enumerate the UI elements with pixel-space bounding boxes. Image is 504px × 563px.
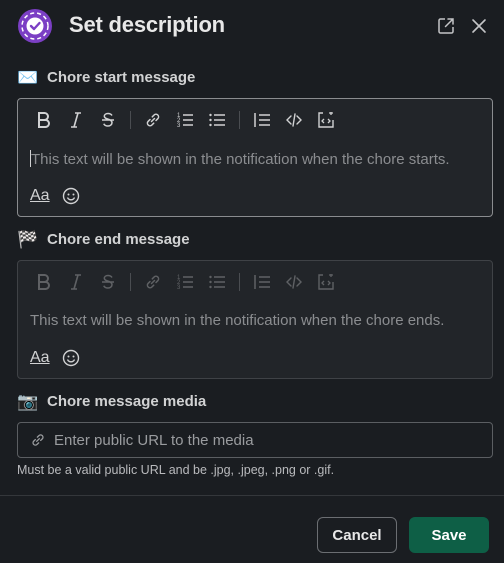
toolbar-divider bbox=[130, 273, 131, 291]
bold-button[interactable] bbox=[28, 107, 60, 133]
cancel-button[interactable]: Cancel bbox=[317, 517, 397, 553]
bold-icon bbox=[38, 112, 50, 128]
footer-divider bbox=[0, 495, 504, 496]
end-message-editor[interactable]: 123 This text will be shown in the notif… bbox=[17, 260, 493, 379]
ordered-list-icon: 123 bbox=[177, 113, 193, 129]
end-message-label: 🏁 Chore end message bbox=[17, 230, 190, 249]
blockquote-button[interactable] bbox=[246, 107, 278, 133]
editor-bottom-tools: Aa bbox=[30, 187, 80, 205]
code-button[interactable] bbox=[278, 269, 310, 295]
italic-button[interactable] bbox=[60, 269, 92, 295]
code-block-button[interactable] bbox=[310, 107, 342, 133]
emoji-icon[interactable] bbox=[62, 187, 80, 205]
bold-icon bbox=[38, 274, 50, 290]
italic-icon bbox=[71, 112, 81, 128]
code-block-icon bbox=[318, 274, 334, 290]
close-icon bbox=[472, 19, 486, 33]
checkered-flag-icon: 🏁 bbox=[17, 230, 39, 249]
svg-text:3: 3 bbox=[177, 285, 181, 291]
start-message-editor[interactable]: 123 This text will be shown in the notif… bbox=[17, 98, 493, 217]
start-message-label: ✉️ Chore start message bbox=[17, 69, 195, 86]
end-message-input[interactable]: This text will be shown in the notificat… bbox=[30, 312, 444, 329]
code-block-icon bbox=[318, 112, 334, 128]
blockquote-icon bbox=[254, 113, 270, 127]
bulleted-list-button[interactable] bbox=[201, 269, 233, 295]
bulleted-list-button[interactable] bbox=[201, 107, 233, 133]
toolbar-divider bbox=[239, 273, 240, 291]
start-message-input[interactable]: This text will be shown in the notificat… bbox=[30, 150, 450, 168]
end-message-label-text: Chore end message bbox=[47, 231, 190, 248]
code-block-button[interactable] bbox=[310, 269, 342, 295]
strikethrough-icon bbox=[102, 112, 114, 127]
code-button[interactable] bbox=[278, 107, 310, 133]
strikethrough-button[interactable] bbox=[92, 269, 124, 295]
modal-header: Set description bbox=[0, 0, 504, 56]
formatting-toolbar: 123 bbox=[28, 269, 342, 295]
bulleted-list-icon bbox=[209, 275, 225, 289]
save-button[interactable]: Save bbox=[409, 517, 489, 553]
ordered-list-button[interactable]: 123 bbox=[169, 269, 201, 295]
link-button[interactable] bbox=[137, 269, 169, 295]
modal-title: Set description bbox=[69, 12, 225, 37]
media-label-text: Chore message media bbox=[47, 393, 207, 410]
start-message-label-text: Chore start message bbox=[47, 69, 196, 86]
toolbar-divider bbox=[130, 111, 131, 129]
end-message-placeholder: This text will be shown in the notificat… bbox=[30, 312, 445, 329]
blockquote-button[interactable] bbox=[246, 269, 278, 295]
strikethrough-icon bbox=[102, 274, 114, 289]
svg-text:3: 3 bbox=[177, 123, 181, 129]
formatting-toolbar: 123 bbox=[28, 107, 342, 133]
text-formatting-button[interactable]: Aa bbox=[30, 187, 50, 205]
bold-button[interactable] bbox=[28, 269, 60, 295]
code-icon bbox=[286, 113, 302, 127]
media-url-input[interactable] bbox=[54, 431, 474, 449]
italic-icon bbox=[71, 274, 81, 290]
toolbar-divider bbox=[239, 111, 240, 129]
app-logo-icon bbox=[18, 9, 52, 43]
blockquote-icon bbox=[254, 275, 270, 289]
external-link-icon bbox=[438, 18, 454, 34]
ordered-list-button[interactable]: 123 bbox=[169, 107, 201, 133]
link-button[interactable] bbox=[137, 107, 169, 133]
open-in-window-button[interactable] bbox=[435, 15, 457, 37]
ordered-list-icon: 123 bbox=[177, 275, 193, 291]
italic-button[interactable] bbox=[60, 107, 92, 133]
code-icon bbox=[286, 275, 302, 289]
media-label: 📷 Chore message media bbox=[17, 393, 206, 410]
bulleted-list-icon bbox=[209, 113, 225, 127]
strikethrough-button[interactable] bbox=[92, 107, 124, 133]
editor-bottom-tools: Aa bbox=[30, 349, 80, 367]
link-icon bbox=[146, 275, 160, 289]
link-icon bbox=[146, 113, 160, 127]
close-button[interactable] bbox=[468, 15, 490, 37]
camera-icon: 📷 bbox=[17, 392, 39, 411]
media-url-field[interactable] bbox=[17, 422, 493, 458]
text-formatting-button[interactable]: Aa bbox=[30, 349, 50, 367]
link-icon bbox=[32, 434, 44, 446]
emoji-icon[interactable] bbox=[62, 349, 80, 367]
start-message-placeholder: This text will be shown in the notificat… bbox=[31, 151, 450, 168]
media-hint: Must be a valid public URL and be .jpg, … bbox=[17, 463, 335, 477]
envelope-icon: ✉️ bbox=[17, 68, 39, 87]
